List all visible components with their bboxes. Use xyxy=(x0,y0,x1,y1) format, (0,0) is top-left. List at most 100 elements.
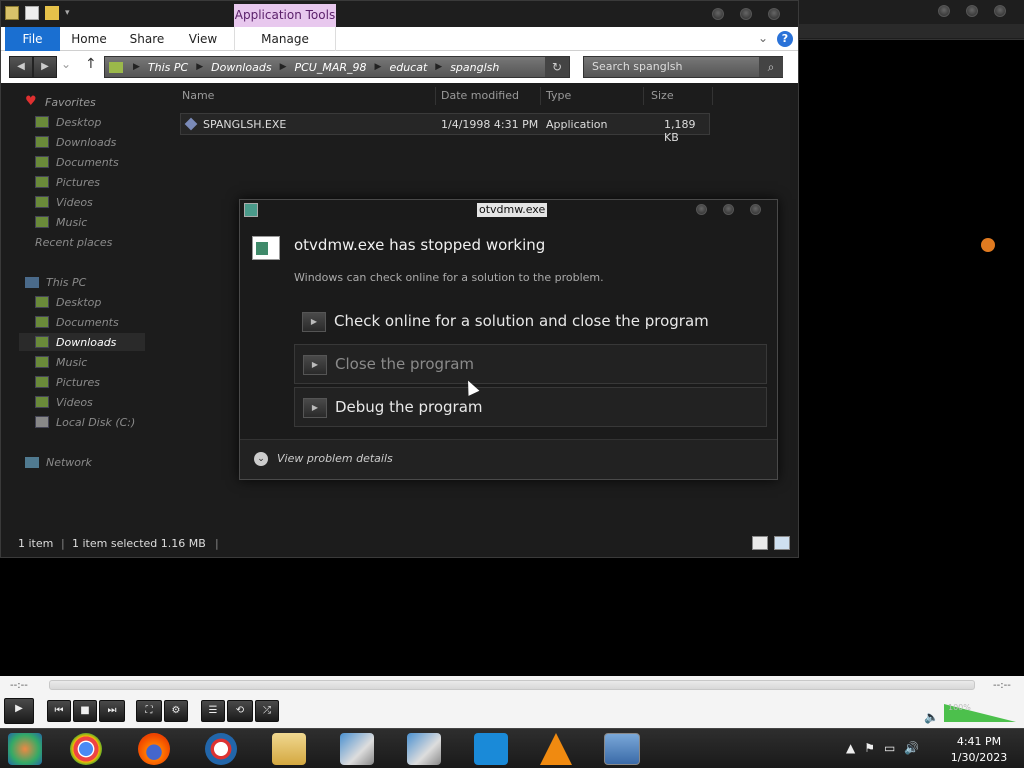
nav-item-videos[interactable]: Videos xyxy=(35,193,93,211)
installer-icon[interactable] xyxy=(407,733,441,765)
nav-favorites[interactable]: ♥ Favorites xyxy=(25,93,96,111)
tab-manage[interactable]: Manage xyxy=(234,27,336,51)
speaker-icon[interactable]: 🔈 xyxy=(924,710,939,724)
tab-home[interactable]: Home xyxy=(67,27,111,51)
column-header-size[interactable]: Size xyxy=(649,87,713,105)
shuffle-button[interactable]: ⤮ xyxy=(255,700,279,722)
nav-item-videos[interactable]: Videos xyxy=(35,393,93,411)
nav-this-pc[interactable]: This PC xyxy=(25,273,86,291)
chrome-icon[interactable] xyxy=(70,733,102,765)
breadcrumb-item[interactable]: Downloads xyxy=(211,61,271,74)
close-icon[interactable] xyxy=(994,5,1006,17)
nav-item-documents[interactable]: Documents xyxy=(35,153,119,171)
recent-locations-icon[interactable]: ⌄ xyxy=(61,57,71,71)
nav-item-music[interactable]: Music xyxy=(35,213,87,231)
nav-item-local-disk[interactable]: Local Disk (C:) xyxy=(35,413,135,431)
column-header-type[interactable]: Type xyxy=(544,87,644,105)
nav-network[interactable]: Network xyxy=(25,453,92,471)
folder-icon xyxy=(109,61,123,73)
seek-bar[interactable] xyxy=(49,680,975,690)
maximize-icon[interactable] xyxy=(740,8,752,20)
play-button[interactable]: ▶ xyxy=(4,698,34,724)
computer-icon xyxy=(25,276,39,288)
nav-item-downloads-selected[interactable]: Downloads xyxy=(35,333,116,351)
search-input[interactable]: Search spanglsh xyxy=(583,56,783,78)
nav-item-pictures[interactable]: Pictures xyxy=(35,373,100,391)
minimize-icon[interactable] xyxy=(712,8,724,20)
column-header-name[interactable]: Name xyxy=(180,87,436,105)
vlc-icon[interactable] xyxy=(540,733,572,765)
warning-app-icon[interactable] xyxy=(604,733,640,765)
nav-item-downloads[interactable]: Downloads xyxy=(35,133,116,151)
forward-button[interactable]: ▶ xyxy=(33,56,57,78)
help-icon[interactable]: ? xyxy=(777,31,793,47)
address-bar[interactable]: ▶ This PC ▶ Downloads ▶ PCU_MAR_98 ▶ edu… xyxy=(104,56,570,78)
close-icon[interactable] xyxy=(750,204,761,215)
up-arrow-icon[interactable]: ↑ xyxy=(85,56,97,72)
stop-button[interactable]: ■ xyxy=(73,700,97,722)
tab-view[interactable]: View xyxy=(183,27,223,51)
previous-button[interactable]: ⏮ xyxy=(47,700,71,722)
dialog-titlebar: otvdmw.exe xyxy=(240,200,777,220)
flag-icon[interactable]: ⚑ xyxy=(864,741,875,755)
background-window[interactable] xyxy=(798,0,1024,40)
breadcrumb-item[interactable]: educat xyxy=(389,61,427,74)
file-row[interactable]: SPANGLSH.EXE 1/4/1998 4:31 PM Applicatio… xyxy=(180,113,710,144)
nav-item-recent-places[interactable]: Recent places xyxy=(35,233,995,252)
nav-item-desktop[interactable]: Desktop xyxy=(35,113,101,131)
music-icon xyxy=(35,356,49,368)
recent-places-icon xyxy=(981,238,995,252)
nav-item-desktop[interactable]: Desktop xyxy=(35,293,101,311)
installer-icon[interactable] xyxy=(340,733,374,765)
maximize-icon[interactable] xyxy=(723,204,734,215)
folder-icon[interactable] xyxy=(5,6,19,20)
chevron-down-icon[interactable]: ⌄ xyxy=(254,452,268,466)
show-hidden-icons-icon[interactable]: ▲ xyxy=(846,741,855,755)
maximize-icon[interactable] xyxy=(966,5,978,17)
tab-file[interactable]: File xyxy=(5,27,60,51)
refresh-icon[interactable]: ↻ xyxy=(545,57,569,77)
search-icon[interactable]: ⌕ xyxy=(759,57,783,77)
next-button[interactable]: ⏭ xyxy=(99,700,125,722)
check-online-button[interactable]: ▶ Check online for a solution and close … xyxy=(294,302,767,342)
view-problem-details-link[interactable]: View problem details xyxy=(277,452,393,465)
breadcrumb-item[interactable]: PCU_MAR_98 xyxy=(294,61,366,74)
start-orb-icon[interactable] xyxy=(8,733,42,765)
file-explorer-icon[interactable] xyxy=(272,733,306,765)
tab-share[interactable]: Share xyxy=(125,27,169,51)
nav-item-documents[interactable]: Documents xyxy=(35,313,119,331)
network-icon[interactable]: ▭ xyxy=(884,741,895,755)
debug-program-button[interactable]: ▶ Debug the program xyxy=(294,387,767,427)
details-view-icon[interactable] xyxy=(752,536,768,550)
volume-icon[interactable]: 🔊 xyxy=(904,741,919,755)
file-type: Application xyxy=(546,118,608,131)
properties-icon[interactable] xyxy=(25,6,39,20)
file-name: SPANGLSH.EXE xyxy=(203,118,287,131)
downloads-icon xyxy=(35,136,49,148)
new-folder-icon[interactable] xyxy=(45,6,59,20)
obama-logo-icon[interactable] xyxy=(205,733,237,765)
firefox-icon[interactable] xyxy=(138,733,170,765)
minimize-icon[interactable] xyxy=(938,5,950,17)
nav-item-music[interactable]: Music xyxy=(35,353,87,371)
expand-ribbon-icon[interactable]: ⌄ xyxy=(758,31,768,45)
minimize-icon[interactable] xyxy=(696,204,707,215)
arrow-app-icon[interactable] xyxy=(474,733,508,765)
close-program-button[interactable]: ▶ Close the program xyxy=(294,344,767,384)
column-header-date[interactable]: Date modified xyxy=(439,87,541,105)
nav-item-pictures[interactable]: Pictures xyxy=(35,173,100,191)
videos-icon xyxy=(35,396,49,408)
playlist-button[interactable]: ☰ xyxy=(201,700,225,722)
selection-info: 1 item selected 1.16 MB xyxy=(72,537,206,550)
breadcrumb-item[interactable]: spanglsh xyxy=(450,61,499,74)
back-button[interactable]: ◀ xyxy=(9,56,33,78)
error-heading: otvdmw.exe has stopped working xyxy=(294,236,546,254)
taskbar-clock[interactable]: 4:41 PM 1/30/2023 xyxy=(946,734,1012,766)
fullscreen-button[interactable]: ⛶ xyxy=(136,700,162,722)
close-icon[interactable] xyxy=(768,8,780,20)
extended-settings-button[interactable]: ⚙ xyxy=(164,700,188,722)
loop-button[interactable]: ⟲ xyxy=(227,700,253,722)
breadcrumb-item[interactable]: This PC xyxy=(148,61,188,74)
large-icons-view-icon[interactable] xyxy=(774,536,790,550)
customize-qat-icon[interactable]: ▾ xyxy=(65,6,73,20)
